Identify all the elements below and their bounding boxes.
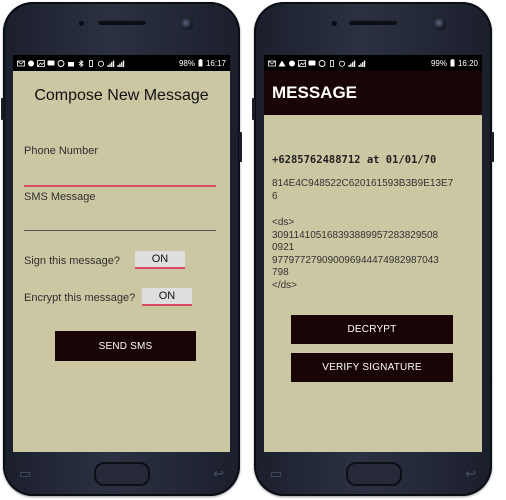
warning-icon	[278, 60, 286, 66]
clock: 16:20	[457, 58, 478, 68]
sms-message-input[interactable]	[24, 230, 216, 231]
ds-open-tag: <ds>	[272, 217, 295, 228]
app-icon	[57, 59, 65, 67]
image-icon	[298, 59, 306, 67]
power-button	[491, 132, 494, 162]
vibrate-icon	[330, 59, 334, 67]
message-hash: 814E4C948522C620161593B3B9E13E7 6	[272, 178, 474, 203]
email-icon	[268, 60, 276, 66]
proximity-sensor	[332, 21, 337, 26]
battery-percent: 99%	[430, 58, 447, 68]
back-icon[interactable]: ↩	[465, 466, 476, 482]
image-icon	[37, 59, 45, 67]
sign-message-label: Sign this message?	[24, 255, 120, 267]
home-button[interactable]	[94, 462, 151, 486]
ds-line: 0921	[272, 242, 295, 253]
phone-number-input[interactable]	[24, 185, 216, 187]
message-screen: 99% 16:20 MESSAGE +6285762488712 at 01/0…	[264, 55, 482, 452]
volume-button	[252, 98, 255, 120]
chat-icon	[28, 60, 34, 66]
app-icon	[318, 59, 326, 67]
earpiece-speaker	[349, 20, 397, 25]
hash-line: 6	[272, 190, 278, 202]
chat-icon	[289, 60, 295, 66]
notification-icons	[268, 59, 366, 67]
earpiece-speaker	[97, 20, 146, 25]
volume-button	[1, 98, 4, 120]
message-icon	[47, 60, 55, 65]
email-icon	[17, 60, 25, 66]
encrypt-toggle[interactable]: ON	[142, 288, 192, 306]
shop-icon	[68, 61, 74, 66]
clock: 16:17	[205, 58, 226, 68]
notification-icons	[17, 59, 125, 67]
bluetooth-icon	[78, 59, 84, 67]
signal-icon-2	[117, 60, 125, 67]
back-icon[interactable]: ↩	[213, 466, 224, 482]
hardware-nav: ▭ ↩	[3, 452, 240, 496]
decrypt-button[interactable]: DECRYPT	[291, 315, 453, 344]
send-sms-button[interactable]: SEND SMS	[55, 331, 196, 361]
front-camera	[434, 18, 446, 30]
status-bar: 98% 16:17	[13, 55, 230, 71]
ds-line: 798	[272, 267, 289, 278]
message-sender: +6285762488712 at 01/01/70	[272, 154, 437, 166]
phone-number-label: Phone Number	[24, 145, 98, 157]
sign-toggle[interactable]: ON	[135, 251, 185, 269]
ds-line: 977977279090096944474982987043	[272, 254, 439, 266]
home-button[interactable]	[345, 462, 402, 486]
recents-icon[interactable]: ▭	[270, 466, 282, 482]
alarm-icon	[339, 60, 345, 67]
hash-line: 814E4C948522C620161593B3B9E13E7	[272, 178, 454, 189]
status-bar: 99% 16:20	[264, 55, 482, 71]
signal-icon	[107, 60, 115, 67]
battery-icon	[450, 59, 455, 67]
battery-percent: 98%	[178, 58, 195, 68]
signal-icon-2	[358, 60, 366, 67]
page-title: Compose New Message	[34, 87, 209, 104]
power-button	[239, 132, 242, 162]
recents-icon[interactable]: ▭	[19, 466, 31, 482]
message-icon	[308, 60, 316, 65]
hardware-nav: ▭ ↩	[254, 452, 492, 496]
sms-message-label: SMS Message	[24, 191, 96, 203]
phone-right: 99% 16:20 MESSAGE +6285762488712 at 01/0…	[252, 2, 494, 496]
app-bar-title: MESSAGE	[264, 71, 482, 115]
ds-line: 309114105168393889957283829508	[272, 229, 439, 241]
signal-icon	[348, 60, 356, 67]
compose-screen: 98% 16:17 Compose New Message Phone Numb…	[13, 55, 230, 452]
digital-signature: <ds> 309114105168393889957283829508 0921…	[272, 217, 474, 292]
ds-close-tag: </ds>	[272, 279, 298, 291]
status-right: 98% 16:17	[179, 59, 226, 68]
phone-left: 98% 16:17 Compose New Message Phone Numb…	[1, 2, 242, 496]
alarm-icon	[98, 60, 104, 67]
encrypt-message-label: Encrypt this message?	[24, 292, 136, 304]
battery-icon	[198, 59, 203, 67]
status-right: 99% 16:20	[431, 59, 478, 68]
front-camera	[181, 18, 193, 30]
verify-signature-button[interactable]: VERIFY SIGNATURE	[291, 353, 453, 382]
vibrate-icon	[89, 59, 93, 67]
proximity-sensor	[79, 21, 84, 26]
